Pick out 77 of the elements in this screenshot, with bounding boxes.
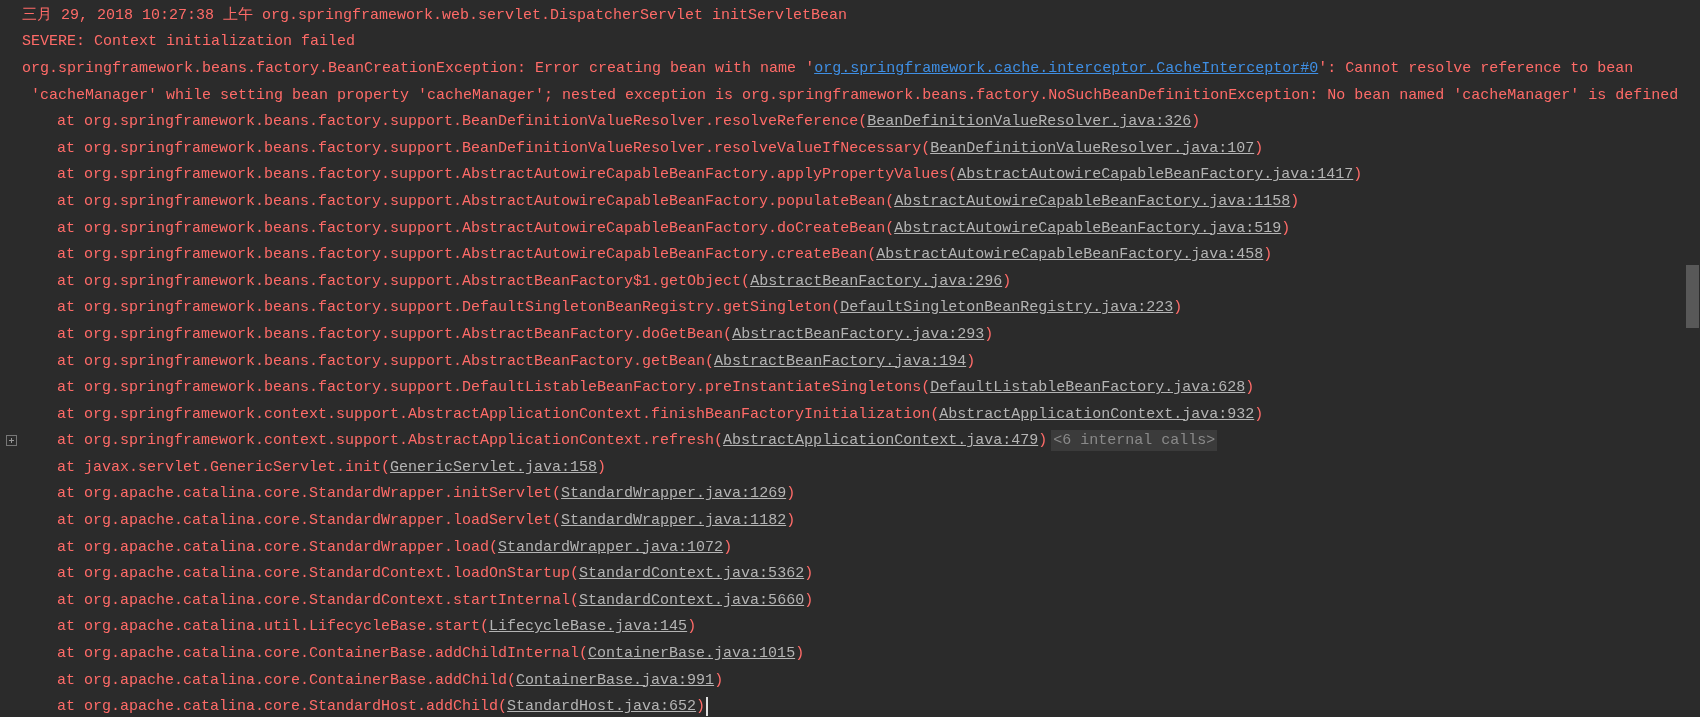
source-link[interactable]: StandardHost.java:652 [507,699,697,715]
log-text: org.springframework.beans.factory.BeanCreationException: Error creating bean with name ' [22,61,815,76]
stack-frame-text: ) [786,486,796,502]
log-line: 三月 29, 2018 10:27:38 上午 org.springframework.web.servlet.DispatcherServlet initServletBean [22,7,848,23]
stack-frame-text: ) [1353,167,1363,183]
source-link[interactable]: AbstractAutowireCapableBeanFactory.java:1158 [894,193,1291,209]
source-link[interactable]: StandardContext.java:5362 [579,566,805,582]
source-link[interactable]: StandardWrapper.java:1269 [561,486,787,502]
source-link[interactable]: DefaultListableBeanFactory.java:628 [930,380,1246,396]
stack-frame-text: ) [1263,247,1273,263]
stack-frame-text: ) [804,566,814,582]
stack-frame-text: at org.springframework.beans.factory.support.BeanDefinitionValueResolver.resolveValueIfNecessary( [57,140,931,156]
source-link[interactable]: ContainerBase.java:991 [516,672,715,688]
stack-frame-text: ) [723,539,733,555]
stack-frame-text: at org.apache.catalina.core.StandardWrapper.load( [57,539,499,555]
stack-frame-text: at org.springframework.context.support.AbstractApplicationContext.finishBeanFactoryInitialization( [57,406,940,422]
stack-frame-text: ) [1245,380,1255,396]
stack-frame-text: at org.springframework.beans.factory.support.AbstractAutowireCapableBeanFactory.createBean( [57,247,877,263]
source-link[interactable]: StandardWrapper.java:1182 [561,513,787,529]
stack-frame-text: at org.springframework.context.support.AbstractApplicationContext.refresh( [57,433,724,449]
stack-frame-text: at org.apache.catalina.core.ContainerBase.addChildInternal( [57,646,589,662]
source-link[interactable]: BeanDefinitionValueResolver.java:326 [867,114,1192,130]
stack-frame-text: ) [1191,114,1201,130]
stack-frame-text: ) [1281,220,1291,236]
source-link[interactable]: StandardContext.java:5660 [579,592,805,608]
stack-frame-text: at org.springframework.beans.factory.support.AbstractAutowireCapableBeanFactory.populateBean( [57,193,895,209]
stack-frame-text: ) [1290,193,1300,209]
stack-frame-text: at org.springframework.beans.factory.support.AbstractAutowireCapableBeanFactory.applyPropertyValues( [57,167,958,183]
stack-frame-text: at org.springframework.beans.factory.support.AbstractAutowireCapableBeanFactory.doCreateBean( [57,220,895,236]
source-link[interactable]: AbstractBeanFactory.java:293 [732,326,985,342]
source-link[interactable]: AbstractApplicationContext.java:932 [939,406,1255,422]
source-link[interactable]: ContainerBase.java:1015 [588,646,796,662]
stack-frame-text: ) [786,513,796,529]
source-link[interactable]: AbstractApplicationContext.java:479 [723,433,1039,449]
source-link[interactable]: AbstractAutowireCapableBeanFactory.java:519 [894,220,1282,236]
stack-frame-text: at org.springframework.beans.factory.support.AbstractBeanFactory.doGetBean( [57,326,733,342]
source-link[interactable]: StandardWrapper.java:1072 [498,539,724,555]
stack-frame-text: at org.springframework.beans.factory.support.DefaultSingletonBeanRegistry.getSingleton( [57,300,841,316]
source-link[interactable]: DefaultSingletonBeanRegistry.java:223 [840,300,1174,316]
log-line: 'cacheManager' while setting bean property 'cacheManager'; nested exception is org.springframework.beans.factory.NoSuchBeanDefinitionException: No bean named 'cacheManager' is defined [31,87,1679,103]
stack-frame-text: ) [984,326,994,342]
stack-frame-text: ) [687,619,697,635]
stack-frame-text: ) [696,699,706,715]
stack-frame-text: at org.apache.catalina.core.StandardWrapper.loadServlet( [57,513,562,529]
stack-frame-text: at javax.servlet.GenericServlet.init( [57,459,391,475]
stack-frame-text: at org.apache.catalina.core.StandardWrapper.initServlet( [57,486,562,502]
source-link[interactable]: AbstractBeanFactory.java:296 [750,273,1003,289]
stack-frame-text: at org.springframework.beans.factory.support.AbstractBeanFactory$1.getObject( [57,273,751,289]
stack-frame-text: at org.springframework.beans.factory.support.AbstractBeanFactory.getBean( [57,353,715,369]
stack-frame-text: ) [1254,140,1264,156]
stack-frame-text: at org.apache.catalina.core.StandardHost.addChild( [57,699,508,715]
source-link[interactable]: AbstractBeanFactory.java:194 [714,353,967,369]
stack-frame-text: ) [1254,406,1264,422]
stack-frame-text: at org.apache.catalina.core.ContainerBase.addChild( [57,672,517,688]
stack-frame-text: at org.apache.catalina.core.StandardContext.loadOnStartup( [57,566,580,582]
stack-frame-text: at org.apache.catalina.util.LifecycleBase.start( [57,619,490,635]
stack-frame-text: ) [714,672,724,688]
log-text: ': Cannot resolve reference to bean [1318,61,1634,76]
stack-frame-text: at org.springframework.beans.factory.support.DefaultListableBeanFactory.preInstantiateSingletons( [57,380,931,396]
source-link[interactable]: AbstractAutowireCapableBeanFactory.java:458 [876,247,1264,263]
stack-frame-text: ) [1038,433,1048,449]
scrollbar-thumb[interactable] [1686,265,1699,328]
source-link[interactable]: BeanDefinitionValueResolver.java:107 [930,140,1255,156]
stack-frame-text: at org.apache.catalina.core.StandardContext.startInternal( [57,592,580,608]
stack-frame-text: ) [966,353,976,369]
stack-frame-text: ) [795,646,805,662]
source-link[interactable]: LifecycleBase.java:145 [489,619,688,635]
stack-frame-text: ) [804,592,814,608]
stack-frame-text: ) [1002,273,1012,289]
log-line: SEVERE: Context initialization failed [22,34,356,50]
source-link[interactable]: AbstractAutowireCapableBeanFactory.java:1417 [957,167,1354,183]
expand-icon[interactable] [5,435,17,447]
class-link[interactable]: org.springframework.cache.interceptor.CacheInterceptor#0 [814,61,1319,76]
source-link[interactable]: GenericServlet.java:158 [390,459,598,475]
stack-frame-text: ) [597,459,607,475]
stack-frame-text: ) [1173,300,1183,316]
stack-frame-text: at org.springframework.beans.factory.support.BeanDefinitionValueResolver.resolveReference( [57,114,868,130]
